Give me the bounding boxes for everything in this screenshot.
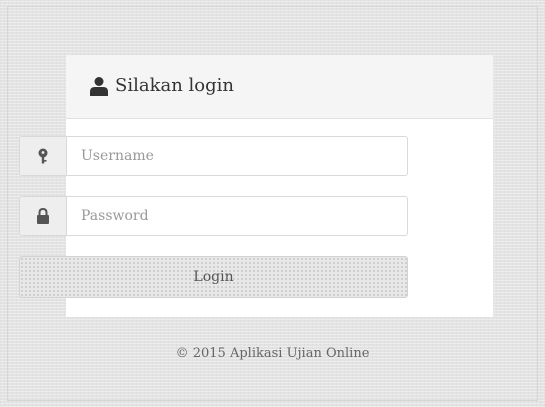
copyright-footer: © 2015 Aplikasi Ujian Online [175,346,370,361]
key-icon [38,148,48,164]
user-icon [90,76,108,96]
password-input[interactable] [68,197,406,235]
panel-header: Silakan login [66,55,493,119]
panel-title: Silakan login [115,75,234,96]
username-input[interactable] [68,137,406,175]
login-button[interactable]: Login [19,256,408,298]
username-input-group [19,136,408,176]
password-input-group [19,196,408,236]
username-addon [20,137,67,175]
password-addon [20,197,67,235]
lock-icon [37,208,49,224]
